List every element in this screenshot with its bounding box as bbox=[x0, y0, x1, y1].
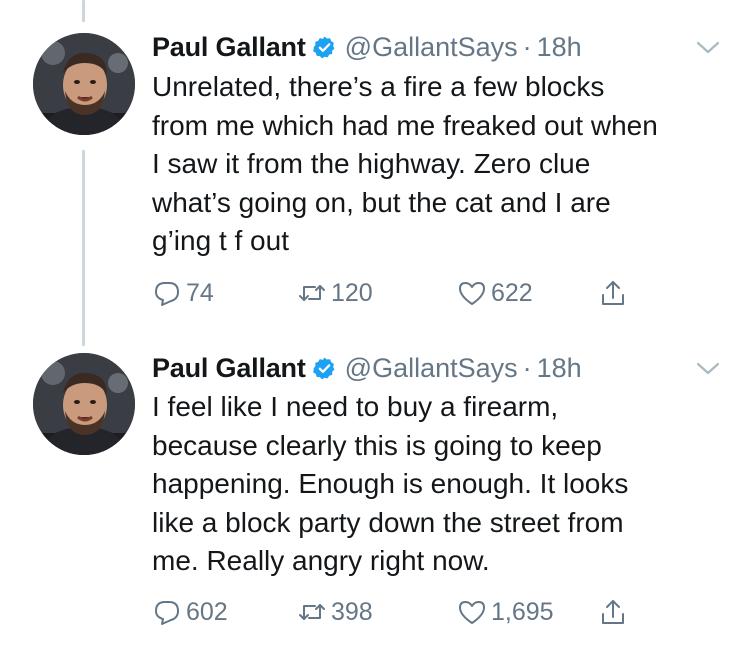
retweet-count: 120 bbox=[331, 278, 373, 307]
reply-count: 602 bbox=[186, 597, 228, 626]
reply-count: 74 bbox=[186, 278, 214, 307]
display-name[interactable]: Paul Gallant bbox=[152, 32, 306, 63]
share-button[interactable] bbox=[598, 273, 632, 313]
tweet-text: I feel like I need to buy a firearm, bec… bbox=[152, 391, 629, 576]
heart-icon bbox=[459, 601, 485, 624]
like-count: 622 bbox=[491, 278, 533, 307]
share-button[interactable] bbox=[598, 592, 632, 632]
like-button[interactable]: 1,695 bbox=[457, 592, 554, 632]
retweet-button[interactable]: 398 bbox=[297, 592, 373, 632]
like-button[interactable]: 622 bbox=[457, 273, 533, 313]
verified-badge-icon bbox=[312, 357, 335, 379]
avatar[interactable] bbox=[33, 353, 135, 455]
reply-button[interactable]: 602 bbox=[152, 592, 228, 632]
handle[interactable]: @GallantSays bbox=[345, 32, 518, 63]
reply-button[interactable]: 74 bbox=[152, 273, 214, 313]
tweet-actions: 74 120 622 bbox=[152, 273, 652, 313]
like-count: 1,695 bbox=[491, 597, 554, 626]
handle[interactable]: @GallantSays bbox=[345, 353, 518, 384]
retweet-icon bbox=[299, 604, 325, 620]
tweet-header: Paul Gallant @GallantSays · 18h bbox=[152, 29, 582, 65]
retweet-icon bbox=[299, 285, 325, 301]
tweet[interactable]: Paul Gallant @GallantSays · 18h Unrelate… bbox=[0, 0, 750, 326]
tweet-text: Unrelated, there’s a fire a few blocks f… bbox=[152, 71, 658, 256]
share-icon bbox=[602, 281, 624, 305]
display-name[interactable]: Paul Gallant bbox=[152, 353, 306, 384]
chevron-down-icon[interactable] bbox=[693, 359, 723, 379]
tweet-actions: 602 398 1,695 bbox=[152, 592, 652, 632]
reply-icon bbox=[155, 601, 179, 625]
reply-icon bbox=[155, 282, 179, 306]
retweet-count: 398 bbox=[331, 597, 373, 626]
separator-dot: · bbox=[522, 31, 532, 62]
tweet-header: Paul Gallant @GallantSays · 18h bbox=[152, 350, 582, 386]
heart-icon bbox=[459, 282, 485, 305]
timestamp[interactable]: 18h bbox=[537, 353, 582, 384]
share-icon bbox=[602, 600, 624, 624]
chevron-down-icon[interactable] bbox=[693, 38, 723, 58]
tweet[interactable]: Paul Gallant @GallantSays · 18h I feel l… bbox=[0, 326, 750, 654]
avatar[interactable] bbox=[33, 33, 135, 135]
verified-badge-icon bbox=[312, 36, 335, 58]
timestamp[interactable]: 18h bbox=[537, 32, 582, 63]
retweet-button[interactable]: 120 bbox=[297, 273, 373, 313]
separator-dot: · bbox=[522, 352, 532, 383]
